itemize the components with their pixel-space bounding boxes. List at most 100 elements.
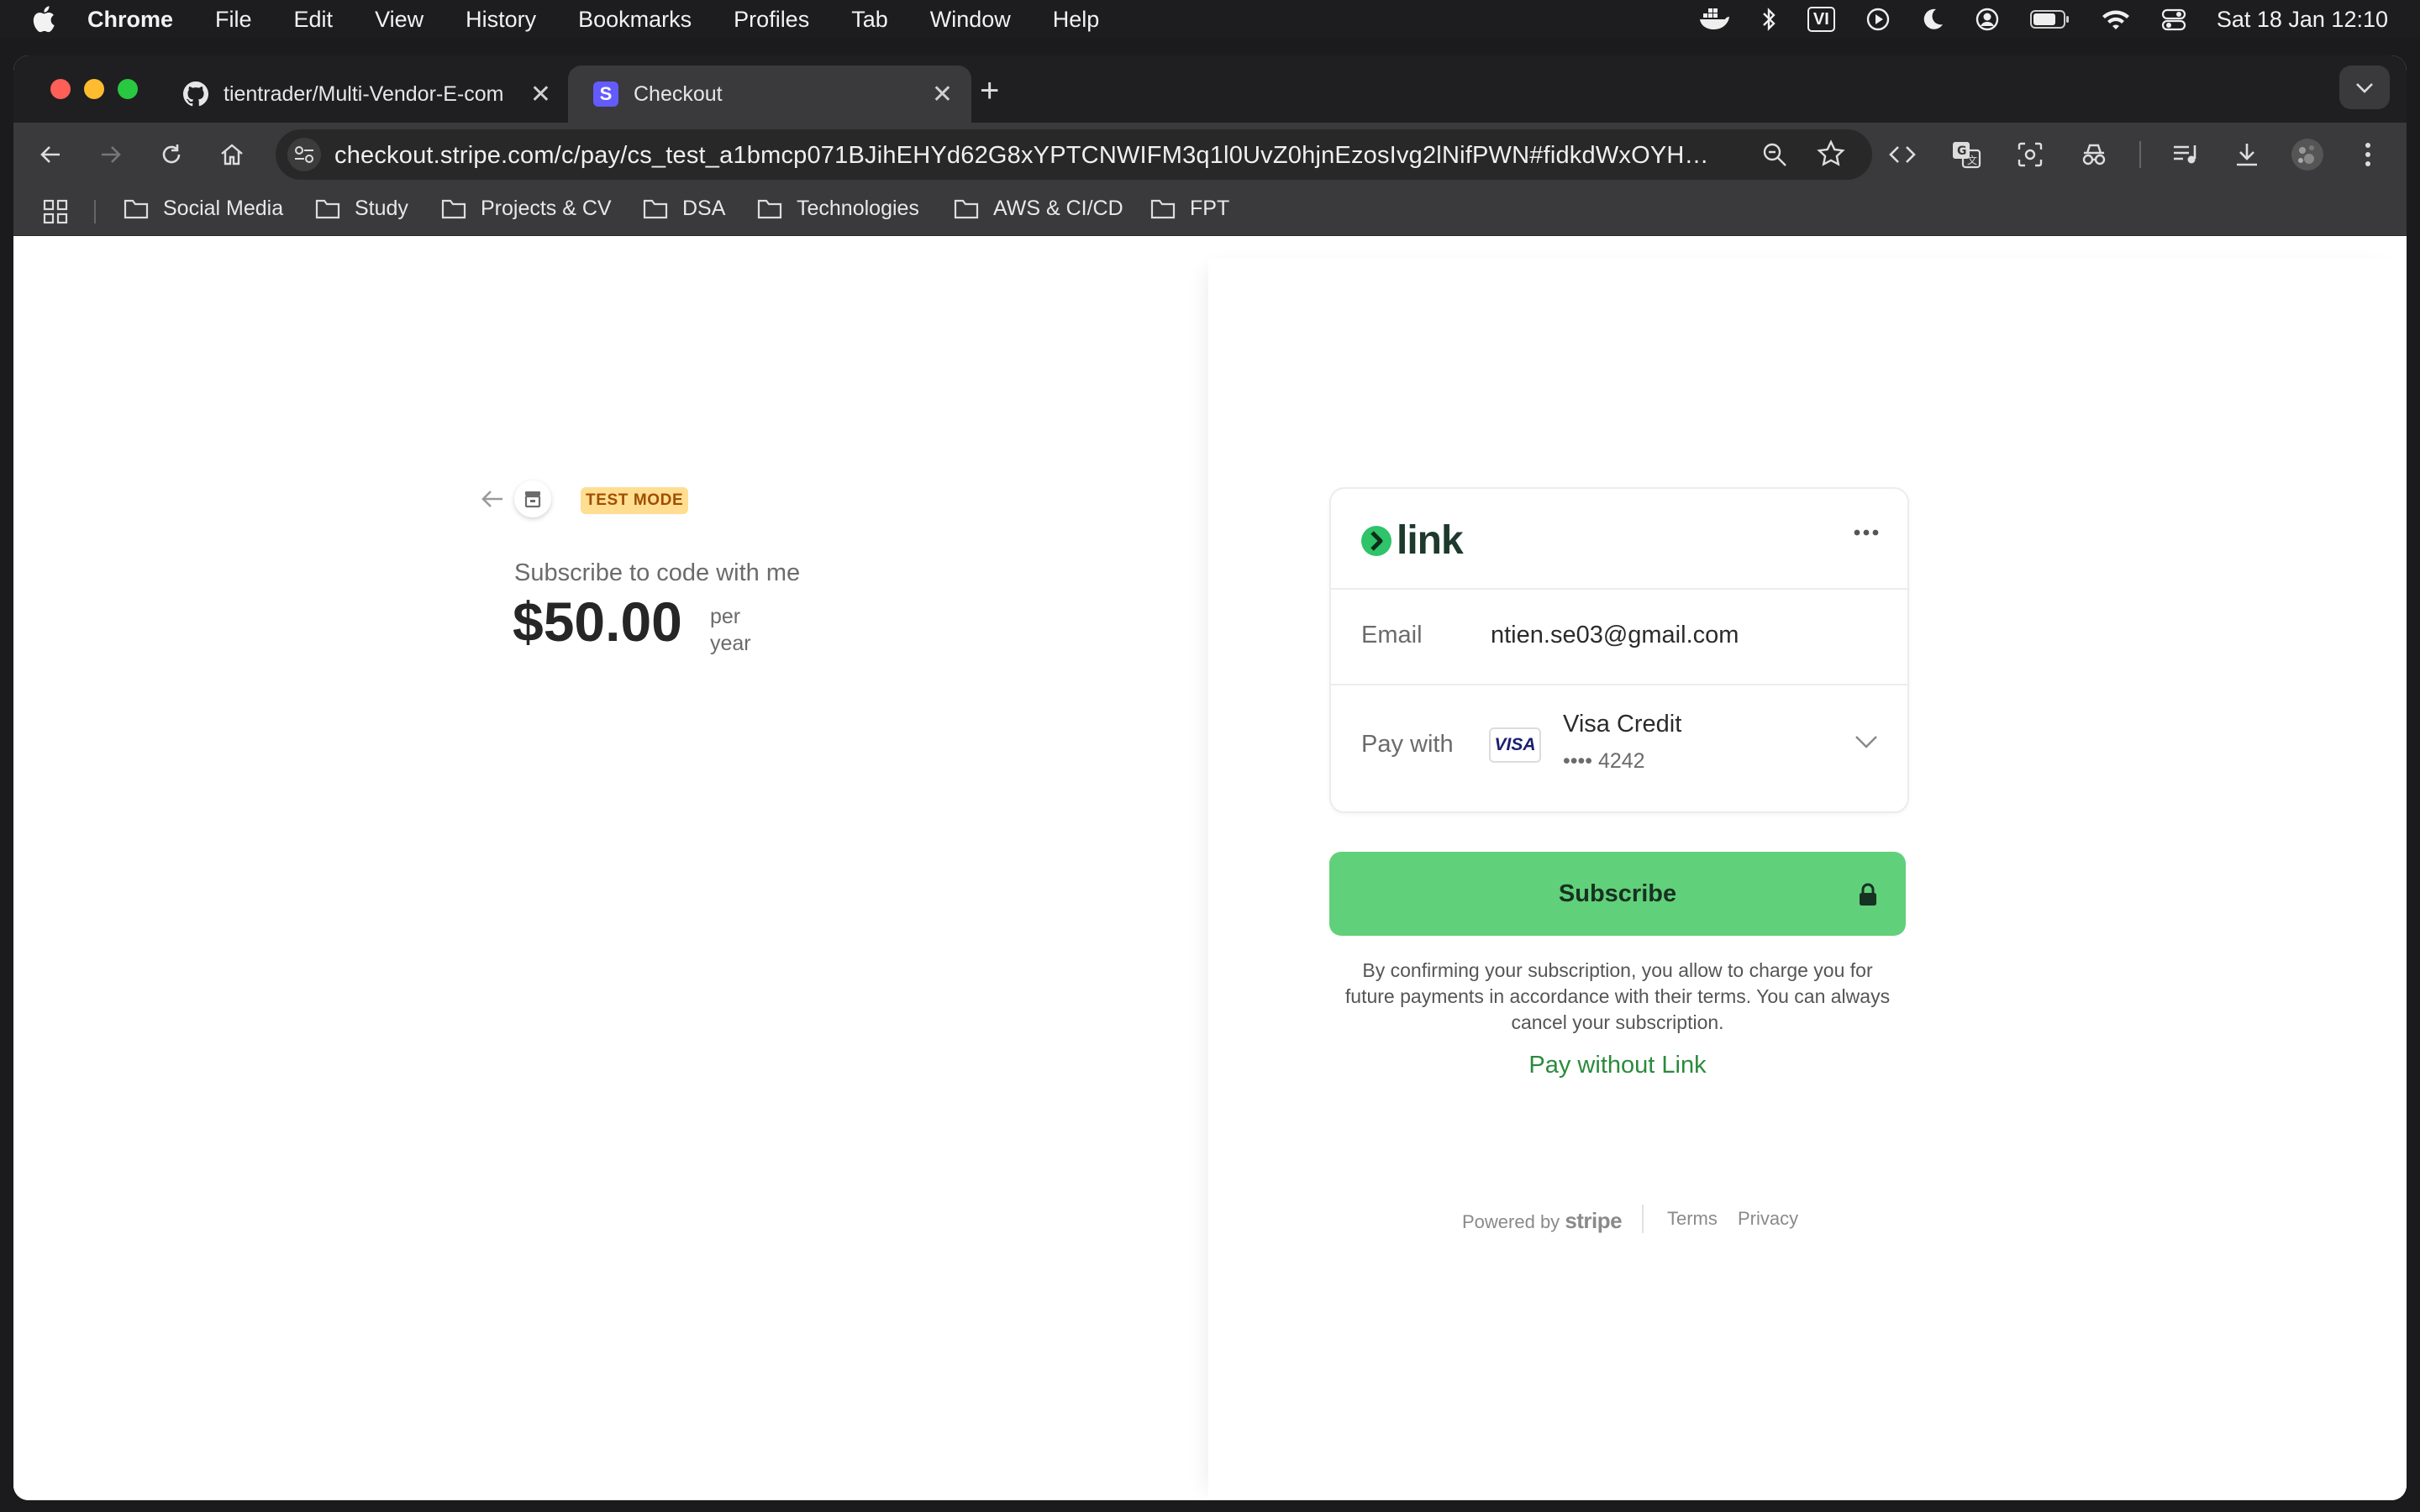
moon-icon[interactable] — [1921, 7, 1944, 32]
subscription-consent-text: By confirming your subscription, you all… — [1344, 959, 1891, 1033]
stripe-wordmark: stripe — [1565, 1208, 1623, 1233]
bookmark-label: Study — [355, 197, 408, 220]
window-close-button[interactable] — [50, 79, 71, 99]
bookmark-label: Social Media — [163, 197, 284, 220]
pay-with-label: Pay with — [1361, 731, 1454, 758]
new-tab-button[interactable]: + — [980, 72, 999, 110]
tab-close-icon[interactable]: ✕ — [530, 80, 551, 109]
bookmark-folder-technologies[interactable]: Technologies — [756, 197, 919, 221]
bookmarks-bar: Social Media Study Projects & CV DSA Tec… — [13, 186, 2407, 236]
menu-file[interactable]: File — [215, 7, 252, 33]
footer-divider — [1642, 1205, 1644, 1233]
visa-card-icon: VISA — [1489, 727, 1541, 763]
folder-icon — [954, 199, 979, 218]
wifi-icon[interactable] — [2101, 8, 2131, 31]
bookmark-label: AWS & CI/CD — [993, 197, 1123, 220]
chevron-down-icon[interactable] — [1854, 734, 1879, 753]
merchant-store-icon[interactable] — [514, 480, 551, 517]
browser-toolbar: checkout.stripe.com/c/pay/cs_test_a1bmcp… — [13, 123, 2407, 186]
translate-icon[interactable]: G文 — [1949, 138, 1983, 171]
back-icon[interactable] — [34, 138, 67, 171]
control-center-icon[interactable] — [2161, 7, 2186, 32]
home-icon[interactable] — [215, 138, 249, 171]
menu-bar-status-area: VI Sat 18 Jan 12:10 — [1698, 0, 2420, 39]
menu-bookmarks[interactable]: Bookmarks — [578, 7, 692, 33]
menu-profiles[interactable]: Profiles — [734, 7, 809, 33]
card-name: Visa Credit — [1563, 711, 1682, 738]
incognito-extension-icon[interactable] — [2077, 138, 2111, 171]
chevron-down-icon — [2356, 83, 2373, 93]
billing-period-line-1: per — [710, 605, 741, 628]
bookmark-star-icon[interactable] — [1817, 139, 1845, 172]
zoom-icon[interactable] — [1761, 141, 1788, 172]
order-summary-pane: TEST MODE Subscribe to code with me $50.… — [13, 259, 1208, 1500]
menu-tab[interactable]: Tab — [851, 7, 888, 33]
menu-history[interactable]: History — [466, 7, 536, 33]
menu-app-name[interactable]: Chrome — [87, 7, 173, 33]
pay-without-link-button[interactable]: Pay without Link — [1329, 1052, 1906, 1079]
reload-icon[interactable] — [155, 138, 188, 171]
bookmark-label: Technologies — [797, 197, 919, 220]
folder-icon — [1150, 199, 1176, 218]
url-text[interactable]: checkout.stripe.com/c/pay/cs_test_a1bmcp… — [334, 142, 1712, 170]
play-circle-icon[interactable] — [1865, 7, 1891, 32]
download-icon[interactable] — [2230, 138, 2264, 171]
menu-view[interactable]: View — [375, 7, 424, 33]
card-last4: •••• 4242 — [1563, 749, 1645, 773]
folder-icon — [441, 199, 466, 218]
code-icon[interactable] — [1886, 138, 1919, 171]
toolbar-divider — [2139, 141, 2141, 168]
checkout-footer: Powered by stripe Terms Privacy — [1329, 1205, 1906, 1233]
window-zoom-button[interactable] — [118, 79, 138, 99]
apps-grid-icon[interactable] — [42, 198, 69, 229]
folder-icon — [643, 199, 668, 218]
screenshot-lens-icon[interactable] — [2013, 138, 2047, 171]
input-source-icon[interactable]: VI — [1807, 7, 1835, 32]
tab-search-button[interactable] — [2339, 66, 2390, 109]
address-bar[interactable]: checkout.stripe.com/c/pay/cs_test_a1bmcp… — [276, 129, 1872, 180]
apple-icon[interactable] — [30, 4, 60, 34]
email-label: Email — [1361, 622, 1423, 648]
privacy-link[interactable]: Privacy — [1738, 1208, 1798, 1230]
bookmark-folder-projects-cv[interactable]: Projects & CV — [440, 197, 612, 221]
folder-icon — [757, 199, 782, 218]
menu-help[interactable]: Help — [1053, 7, 1100, 33]
svg-text:文: 文 — [1967, 154, 1977, 166]
tab-checkout[interactable]: S Checkout ✕ — [568, 66, 971, 123]
more-vertical-icon[interactable] — [2351, 138, 2385, 171]
battery-icon[interactable] — [2029, 8, 2070, 30]
menu-edit[interactable]: Edit — [294, 7, 334, 33]
media-queue-icon[interactable] — [2170, 138, 2203, 171]
bookmark-folder-study[interactable]: Study — [314, 197, 408, 221]
bookmark-label: DSA — [682, 197, 726, 220]
more-horizontal-icon[interactable] — [1854, 526, 1879, 541]
stripe-s-icon: S — [593, 81, 618, 107]
user-circle-icon[interactable] — [1975, 7, 2000, 32]
bookmark-folder-dsa[interactable]: DSA — [642, 197, 725, 221]
tab-github[interactable]: tientrader/Multi-Vendor-E-com ✕ — [170, 66, 570, 123]
powered-by-stripe[interactable]: Powered by stripe — [1462, 1208, 1623, 1234]
profile-avatar[interactable] — [2291, 138, 2324, 171]
bookmark-folder-social-media[interactable]: Social Media — [123, 197, 283, 221]
bookmark-folder-fpt[interactable]: FPT — [1150, 197, 1229, 221]
subscribe-button[interactable]: Subscribe — [1329, 852, 1906, 936]
site-info-icon[interactable] — [287, 138, 321, 171]
menu-window[interactable]: Window — [930, 7, 1011, 33]
bluetooth-icon[interactable] — [1760, 7, 1777, 32]
docker-icon[interactable] — [1698, 7, 1730, 32]
product-name: Subscribe to code with me — [514, 559, 801, 586]
link-logo: link — [1360, 517, 1464, 564]
folder-icon — [315, 199, 340, 218]
tab-close-icon[interactable]: ✕ — [932, 80, 953, 109]
bookmark-label: FPT — [1190, 197, 1230, 220]
forward-icon[interactable] — [94, 138, 128, 171]
bookmark-folder-aws-cicd[interactable]: AWS & CI/CD — [953, 197, 1123, 221]
window-minimize-button[interactable] — [84, 79, 104, 99]
pay-with-row[interactable]: Pay with VISA Visa Credit •••• 4242 — [1331, 684, 1907, 810]
menu-bar-clock[interactable]: Sat 18 Jan 12:10 — [2217, 7, 2388, 33]
checkout-page: TEST MODE Subscribe to code with me $50.… — [13, 259, 2407, 1500]
terms-link[interactable]: Terms — [1667, 1208, 1718, 1230]
back-arrow-icon[interactable] — [481, 489, 504, 513]
email-row[interactable]: Email ntien.se03@gmail.com — [1331, 588, 1907, 685]
tab-title: Checkout — [634, 81, 723, 106]
